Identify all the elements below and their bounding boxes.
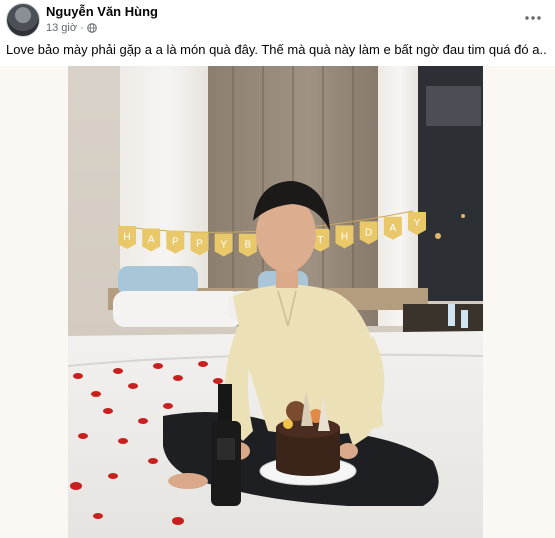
banner-letter: P [196,238,203,249]
banner-letter: Y [220,239,227,250]
post-header: Nguyễn Văn Hùng 13 giờ · [0,0,555,38]
banner-letter: A [389,223,396,234]
sheer-curtain-right [378,66,423,326]
globe-icon[interactable] [86,23,97,33]
banner-letter: H [123,232,130,243]
photo-container[interactable]: HAPPYBIRTHDAY [0,66,555,538]
meta-separator: · [80,22,84,34]
banner-letter: P [172,237,179,248]
banner-letter: A [148,234,155,245]
pillow-white [113,291,243,327]
avatar[interactable] [6,3,40,37]
banner-letter: B [244,240,251,251]
post-photo[interactable]: HAPPYBIRTHDAY [68,66,483,538]
more-options-button[interactable] [521,6,545,30]
more-options-icon [525,16,541,20]
banner-letter: T [317,235,323,246]
author-name[interactable]: Nguyễn Văn Hùng [46,4,158,19]
banner-letter: H [341,231,348,242]
post-meta: 13 giờ · [46,22,97,34]
post-caption: Love bảo mày phải gặp a a là món quà đây… [6,42,546,57]
post-time[interactable]: 13 giờ [46,22,77,34]
photo-illustration: HAPPYBIRTHDAY [68,66,483,538]
banner-letter: D [365,227,372,238]
banner-letter: Y [414,218,421,229]
